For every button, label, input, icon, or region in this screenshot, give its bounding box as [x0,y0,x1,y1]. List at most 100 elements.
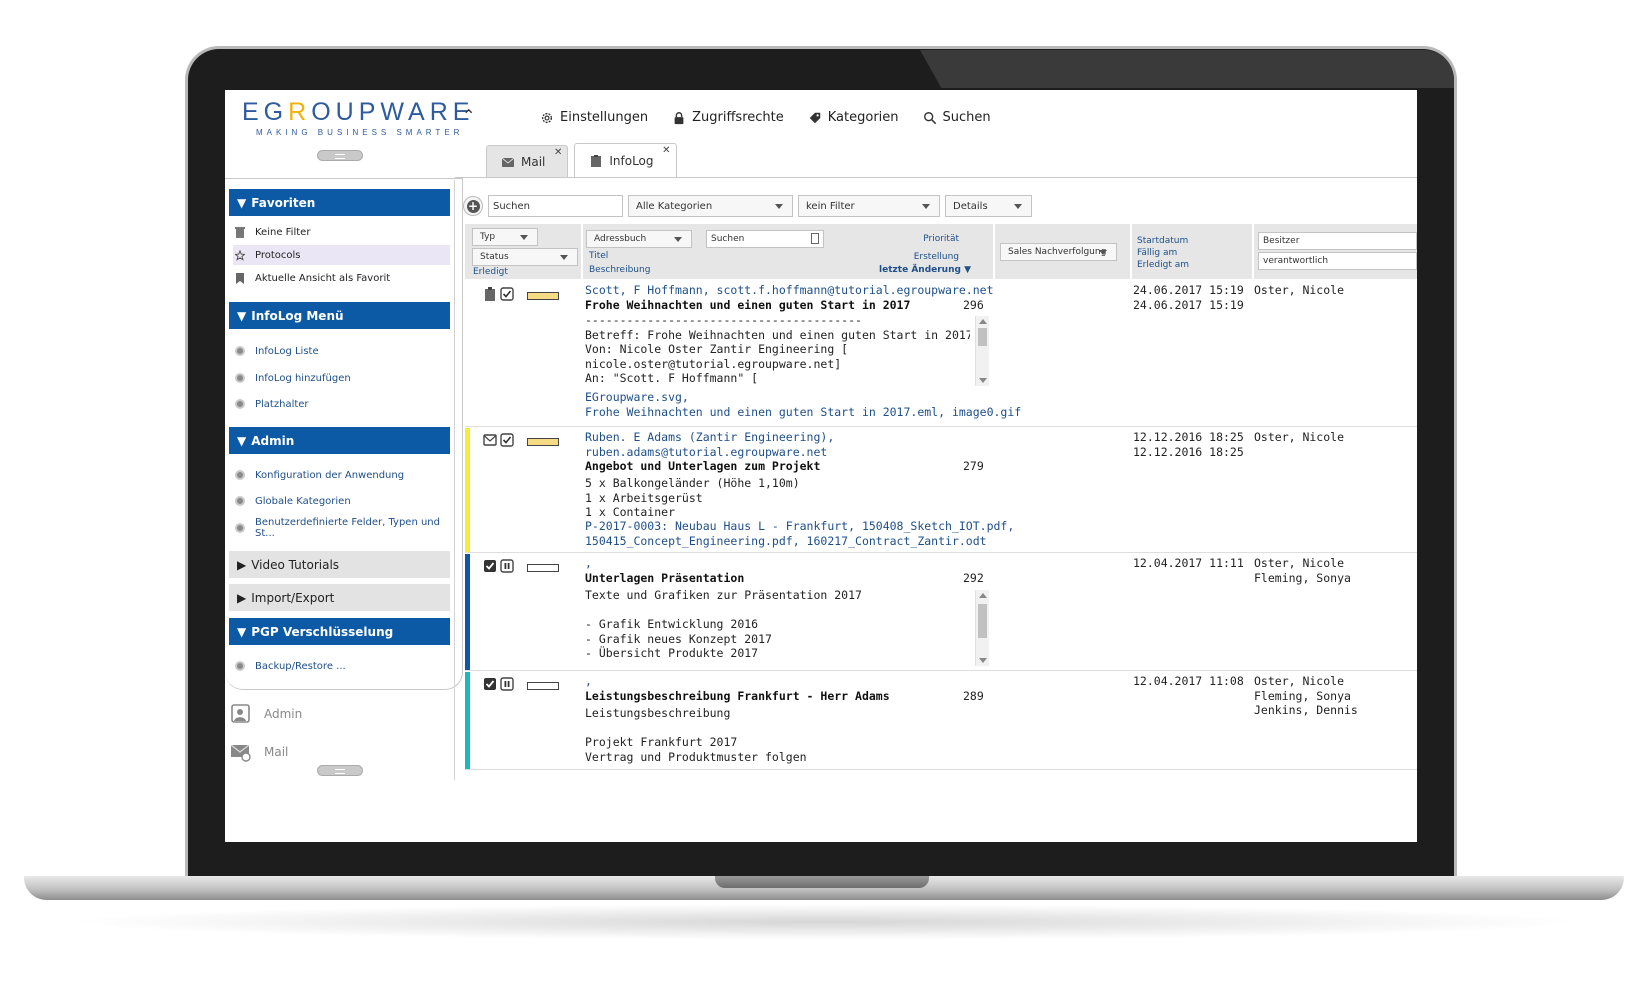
access-rights-button[interactable]: Zugriffsrechte [672,110,784,125]
close-tab-mail-icon[interactable]: ✕ [554,147,562,158]
row-attachments[interactable]: P-2017-0003: Neubau Haus L - Frankfurt, … [585,519,1014,548]
column-erledigt[interactable]: Erledigt [473,267,508,277]
row-color-bar [465,282,470,426]
progress-indicator [527,292,559,300]
search-button[interactable]: Suchen [923,110,991,125]
bezel-reflection [920,50,1454,88]
top-navigation: Einstellungen Zugriffsrechte Kategorien … [540,110,991,125]
admin-icon [231,704,250,723]
row-title[interactable]: Angebot und Unterlagen zum Projekt [585,459,820,474]
sidebar-item-infolog-hinzufuegen[interactable]: InfoLog hinzufügen [233,368,450,388]
column-letzte-aenderung[interactable]: letzte Änderung ▼ [879,265,971,275]
logo-tagline: MAKING BUSINESS SMARTER [256,128,464,137]
checkbox-checked-icon[interactable] [500,433,514,447]
search-input[interactable]: Suchen [488,195,623,217]
lock-icon [674,111,684,124]
table-row[interactable]: , Unterlagen Präsentation 292 Texte und … [465,554,1417,671]
egroupware-logo[interactable]: EGROUPWARE MAKING BUSINESS SMARTER [242,98,474,137]
row-title[interactable]: Unterlagen Präsentation [585,571,744,586]
sidebar-section-infolog-menu[interactable]: ▼ InfoLog Menü [229,302,450,329]
column-faellig[interactable]: Fällig am [1137,248,1177,258]
sidebar-item-protocols[interactable]: Protocols [233,245,450,265]
status-filter-select[interactable]: Status [472,248,578,266]
column-prioritaet[interactable]: Priorität [923,234,959,244]
column-header-main: Adressbuch Suchen Priorität Titel Erstel… [583,224,993,279]
sidebar-section-pgp[interactable]: ▼ PGP Verschlüsselung [229,618,450,645]
categories-button[interactable]: Kategorien [808,110,899,125]
description-scrollbar[interactable] [975,316,989,386]
sidebar-section-video-tutorials[interactable]: ▶ Video Tutorials [229,551,450,578]
addressbook-select[interactable]: Adressbuch [586,230,692,248]
column-titel[interactable]: Titel [589,251,608,261]
row-contact[interactable]: Ruben. E Adams (Zantir Engineering), rub… [585,430,834,459]
task-done-icon [484,560,496,572]
row-contact[interactable]: , [585,674,592,689]
column-beschreibung[interactable]: Beschreibung [589,265,650,275]
owner-filter-input[interactable]: Besitzer [1258,232,1417,250]
sidebar-item-platzhalter[interactable]: Platzhalter [233,394,450,414]
sidebar-resize-handle-bottom[interactable] [317,765,363,776]
app-launcher-admin[interactable]: Admin [230,703,302,725]
category-select[interactable]: Alle Kategorien [628,195,793,217]
row-dates: 24.06.2017 15:19 24.06.2017 15:19 [1133,283,1244,312]
filter-select[interactable]: kein Filter [798,195,940,217]
row-dates: 12.12.2016 18:25 12.12.2016 18:25 [1133,430,1244,459]
progress-indicator [527,682,559,690]
sidebar-section-favoriten[interactable]: ▼ Favoriten [229,189,450,216]
table-row[interactable]: , Leistungsbeschreibung Frankfurt - Herr… [465,672,1417,770]
add-entry-button[interactable]: + [463,196,483,216]
column-erledigt-am[interactable]: Erledigt am [1137,260,1189,270]
description-scrollbar[interactable] [975,590,989,666]
bullet-icon [235,496,245,506]
pause-status-icon[interactable] [500,677,514,691]
app-tabs: Mail ✕ InfoLog ✕ [486,143,677,179]
sidebar-item-konfiguration[interactable]: Konfiguration der Anwendung [233,465,450,485]
sidebar-splitter[interactable] [454,180,455,780]
bullet-icon [235,373,245,383]
column-erstellung[interactable]: Erstellung [914,252,959,262]
row-owners: Oster, Nicole [1254,430,1345,444]
table-row[interactable]: Ruben. E Adams (Zantir Engineering), rub… [465,428,1417,553]
column-search-input[interactable]: Suchen [706,230,824,248]
row-contact[interactable]: Scott, F Hoffmann, scott.f.hoffmann@tuto… [585,283,994,298]
row-owners: Oster, Nicole [1254,283,1345,297]
sidebar-item-add-favorite[interactable]: Aktuelle Ansicht als Favorit [233,268,450,288]
bullet-icon [235,399,245,409]
row-contact[interactable]: , [585,556,592,571]
row-color-bar [465,554,470,670]
row-description-scrollbox[interactable]: ----------------------------------------… [585,313,970,385]
bullet-icon [235,470,245,480]
sales-followup-select[interactable]: Sales Nachverfolgung [1000,243,1117,261]
column-header-type-status: Typ Status Erledigt [465,224,581,279]
view-select[interactable]: Details [945,195,1032,217]
table-row[interactable]: Scott, F Hoffmann, scott.f.hoffmann@tuto… [465,282,1417,427]
app-launcher-mail[interactable]: Mail [230,741,288,763]
sidebar-item-keine-filter[interactable]: Keine Filter [233,222,450,242]
sidebar-item-globale-kategorien[interactable]: Globale Kategorien [233,491,450,511]
checkbox-checked-icon[interactable] [500,287,514,301]
infolog-task-icon [485,287,495,301]
row-title[interactable]: Leistungsbeschreibung Frankfurt - Herr A… [585,689,890,704]
type-filter-select[interactable]: Typ [472,228,538,246]
settings-button[interactable]: Einstellungen [540,110,648,125]
responsible-filter-input[interactable]: verantwortlich [1258,252,1417,270]
tab-infolog[interactable]: InfoLog ✕ [574,143,677,177]
list-toolbar: + Suchen Alle Kategorien kein Filter Det… [463,194,1032,218]
sidebar-resize-handle-top[interactable] [317,150,363,161]
sidebar-item-infolog-liste[interactable]: InfoLog Liste [233,341,450,361]
column-startdatum[interactable]: Startdatum [1137,236,1188,246]
tab-mail[interactable]: Mail ✕ [486,145,569,177]
close-tab-infolog-icon[interactable]: ✕ [662,145,670,156]
row-attachments[interactable]: EGroupware.svg, Frohe Weihnachten und ei… [585,390,1021,419]
row-type-status [483,287,514,301]
pause-status-icon[interactable] [500,559,514,573]
sidebar-section-import-export[interactable]: ▶ Import/Export [229,584,450,611]
sidebar-section-admin[interactable]: ▼ Admin [229,427,450,454]
row-title[interactable]: Frohe Weihnachten und einen guten Start … [585,298,910,313]
bullet-icon [235,661,245,671]
sidebar-item-backup-restore[interactable]: Backup/Restore ... [233,656,450,676]
collapse-header-chevron-icon[interactable]: ⌃ [462,106,475,125]
star-icon [235,249,245,261]
row-description: 5 x Balkongeländer (Höhe 1,10m) 1 x Arbe… [585,476,800,520]
sidebar-item-benutzerdefinierte-felder[interactable]: Benutzerdefinierte Felder, Typen und St.… [233,517,450,539]
